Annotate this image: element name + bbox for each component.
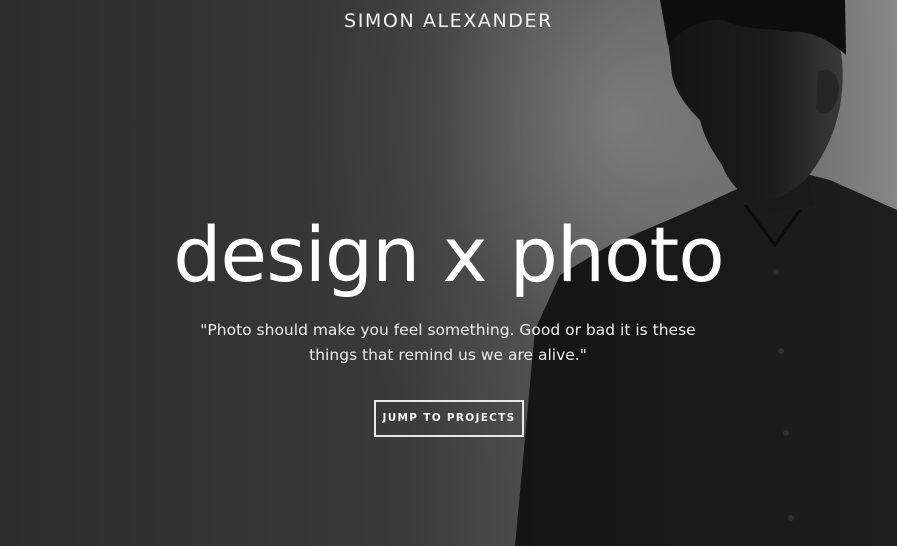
- hero-headline: design x photo: [173, 210, 725, 299]
- site-brand-logo[interactable]: SIMON ALEXANDER: [0, 10, 897, 32]
- hero-section: SIMON ALEXANDER design x photo "Photo sh…: [0, 0, 897, 546]
- hero-quote: "Photo should make you feel something. G…: [200, 321, 696, 364]
- jump-to-projects-button[interactable]: JUMP TO PROJECTS: [374, 400, 524, 437]
